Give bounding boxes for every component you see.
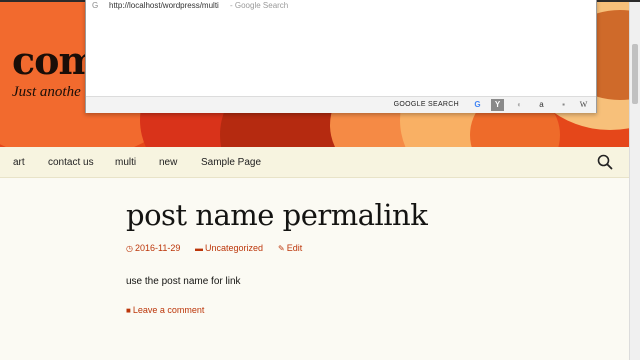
post-title[interactable]: post name permalink [126, 198, 428, 232]
comment-label: Leave a comment [132, 305, 205, 315]
yahoo-icon[interactable]: Y [491, 99, 504, 111]
nav-item-contact-us[interactable]: contact us [48, 157, 94, 168]
folder-icon: ▬ [195, 244, 203, 253]
leave-comment-link[interactable]: ■ Leave a comment [126, 305, 204, 315]
bing-icon[interactable]: ▪ [557, 99, 570, 111]
suggestion-hint: - Google Search [230, 1, 289, 10]
post-date-link[interactable]: ◷ 2016-11-29 [126, 243, 180, 253]
suggestion-url: http://localhost/wordpress/multi [109, 1, 219, 10]
pencil-icon: ✎ [278, 244, 285, 253]
post-date: 2016-11-29 [134, 243, 181, 253]
wikipedia-icon[interactable]: W [577, 99, 590, 111]
google-icon[interactable]: G [471, 99, 484, 111]
page-scrollbar[interactable] [629, 0, 640, 360]
google-search-label[interactable]: GOOGLE SEARCH [394, 101, 459, 108]
nav-item-multi[interactable]: multi [115, 157, 136, 168]
site-description: Just anothe [12, 84, 81, 100]
nav-item-art[interactable]: art [13, 157, 25, 168]
post-category-link[interactable]: ▬ Uncategorized [195, 243, 263, 253]
search-icon[interactable] [597, 154, 613, 170]
clock-icon: ◷ [126, 244, 133, 253]
amazon-icon[interactable]: a [535, 99, 548, 111]
duckduckgo-icon[interactable]: ◐ [513, 99, 526, 111]
comment-icon: ■ [126, 306, 131, 315]
omnibox-suggestion[interactable]: G http://localhost/wordpress/multi - Goo… [86, 0, 596, 14]
post-content: use the post name for link [126, 276, 241, 287]
scroll-thumb[interactable] [632, 44, 638, 104]
nav-item-sample-page[interactable]: Sample Page [201, 157, 261, 168]
edit-link[interactable]: ✎ Edit [278, 243, 302, 253]
edit-label: Edit [286, 243, 303, 253]
nav-item-new[interactable]: new [159, 157, 177, 168]
google-icon: G [92, 1, 99, 10]
omnibox-dropdown: G http://localhost/wordpress/multi - Goo… [85, 0, 597, 113]
post-category: Uncategorized [205, 243, 264, 253]
search-engine-bar: GOOGLE SEARCH G Y ◐ a ▪ W [86, 96, 596, 113]
main-navigation: art contact us multi new Sample Page [0, 147, 629, 178]
